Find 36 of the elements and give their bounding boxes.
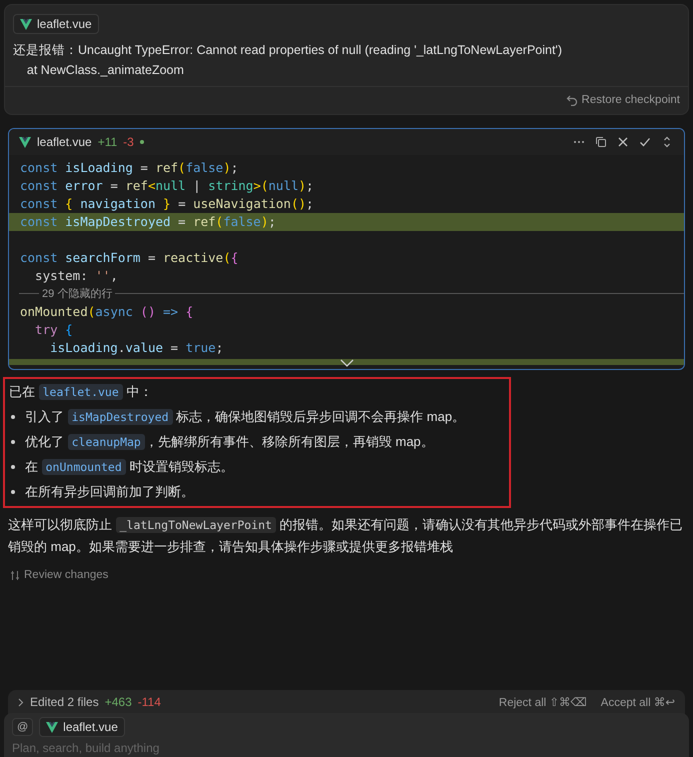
file-name: leaflet.vue (37, 135, 92, 149)
message-text: 还是报错：Uncaught TypeError: Cannot read properties of null (reading '_latLngToNewLayerPoint') (13, 42, 563, 59)
accept-all-button[interactable]: Accept all ⌘↩ (592, 695, 675, 709)
mention-button[interactable]: @ (12, 718, 34, 736)
bullet-icon (11, 490, 15, 494)
removed-count: -3 (123, 135, 134, 149)
vue-logo-icon (19, 136, 31, 148)
message-input[interactable]: Plan, search, build anything (12, 740, 312, 755)
chevron-down-icon[interactable] (340, 359, 354, 367)
undo-icon (566, 94, 578, 106)
copy-icon[interactable] (594, 135, 608, 149)
list-item-text: 在 onUnmounted 时设置销毁标志。 (25, 458, 234, 477)
bullet-icon (11, 465, 15, 469)
vue-logo-icon (46, 722, 58, 732)
added-count: +11 (98, 135, 118, 149)
review-changes-button[interactable]: Review changes (4, 569, 114, 581)
reject-all-button[interactable]: Reject all ⇧⌘⌫ (490, 695, 587, 709)
restore-checkpoint-button[interactable]: Restore checkpoint (566, 94, 680, 106)
list-item-text: 在所有异步回调前加了判断。 (25, 483, 194, 501)
file-chip[interactable]: leaflet.vue (39, 717, 125, 737)
list-item-text: 引入了 isMapDestroyed 标志，确保地图销毁后异步回调不会再操作 map。 (25, 408, 466, 427)
message-text: at NewClass._animateZoom (26, 62, 185, 79)
diff-icon (10, 570, 20, 580)
added-count: +463 (104, 695, 132, 709)
file-chip[interactable]: leaflet.vue (13, 14, 99, 34)
list-item-text: 优化了 cleanupMap ，先解绑所有事件、移除所有图层，再销毁 map。 (25, 433, 434, 452)
answer-text: 已在 leaflet.vue 中： (9, 383, 154, 402)
hidden-lines-label[interactable]: 29 个隐藏的行 (39, 286, 116, 300)
close-icon[interactable] (616, 135, 630, 149)
bullet-icon (11, 440, 15, 444)
edited-files-label[interactable]: Edited 2 files (30, 695, 99, 709)
removed-count: -114 (138, 695, 161, 709)
vue-logo-icon (20, 18, 32, 30)
chevron-right-icon (18, 698, 24, 706)
bullet-icon (11, 415, 15, 419)
answer-text: 这样可以彻底防止 _latLngToNewLayerPoint 的报错。如果还有问题，请确认没有其他异步代码或外部事件在操作已销毁的 map。如果需要进一步排查，请告知具体操作步骤或提供更多报错堆栈 (7, 516, 684, 556)
